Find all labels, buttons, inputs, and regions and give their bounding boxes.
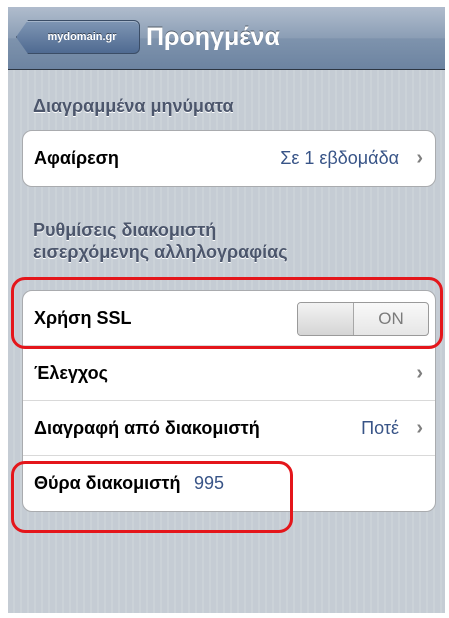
section-header-deleted-messages: Διαγραμμένα μηνύματα xyxy=(33,96,234,116)
use-ssl-label: Χρήση SSL xyxy=(34,307,132,328)
toggle-knob[interactable] xyxy=(298,303,354,335)
page-title: Προηγμένα xyxy=(146,23,280,51)
use-ssl-toggle[interactable]: ON xyxy=(297,302,429,336)
remove-value: Σε 1 εβδομάδα xyxy=(280,148,399,168)
server-port-value[interactable]: 995 xyxy=(194,473,224,494)
auth-row[interactable]: Έλεγχος › xyxy=(23,346,435,401)
remove-row[interactable]: Αφαίρεση Σε 1 εβδομάδα › xyxy=(23,131,435,186)
delete-from-server-value: Ποτέ xyxy=(361,417,399,438)
deleted-messages-group: Αφαίρεση Σε 1 εβδομάδα › xyxy=(22,130,436,187)
incoming-server-group: Χρήση SSL ON Έλεγχος › Διαγραφή από διακ… xyxy=(22,290,436,512)
delete-from-server-row[interactable]: Διαγραφή από διακομιστή Ποτέ › xyxy=(23,401,435,456)
chevron-right-icon: › xyxy=(416,416,423,439)
section-header-line-2: εισερχόμενης αλληλογραφίας xyxy=(33,242,288,262)
server-port-label: Θύρα διακομιστή xyxy=(34,473,181,493)
use-ssl-row: Χρήση SSL ON xyxy=(23,291,435,346)
back-button[interactable]: mydomain.gr xyxy=(16,20,140,54)
navigation-bar: mydomain.gr Προηγμένα xyxy=(8,7,445,70)
chevron-right-icon: › xyxy=(416,147,423,169)
chevron-right-icon: › xyxy=(416,361,423,384)
section-header-incoming-server: Ρυθμίσεις διακομιστή εισερχόμενης αλληλο… xyxy=(33,219,288,263)
auth-label: Έλεγχος xyxy=(34,362,108,383)
server-port-row[interactable]: Θύρα διακομιστή 995 xyxy=(23,456,435,511)
remove-label: Αφαίρεση xyxy=(34,148,119,168)
section-header-line-1: Ρυθμίσεις διακομιστή xyxy=(33,220,217,240)
toggle-state-text: ON xyxy=(378,309,404,328)
settings-screen: mydomain.gr Προηγμένα Διαγραμμένα μηνύμα… xyxy=(8,7,445,613)
delete-from-server-label: Διαγραφή από διακομιστή xyxy=(34,417,260,438)
